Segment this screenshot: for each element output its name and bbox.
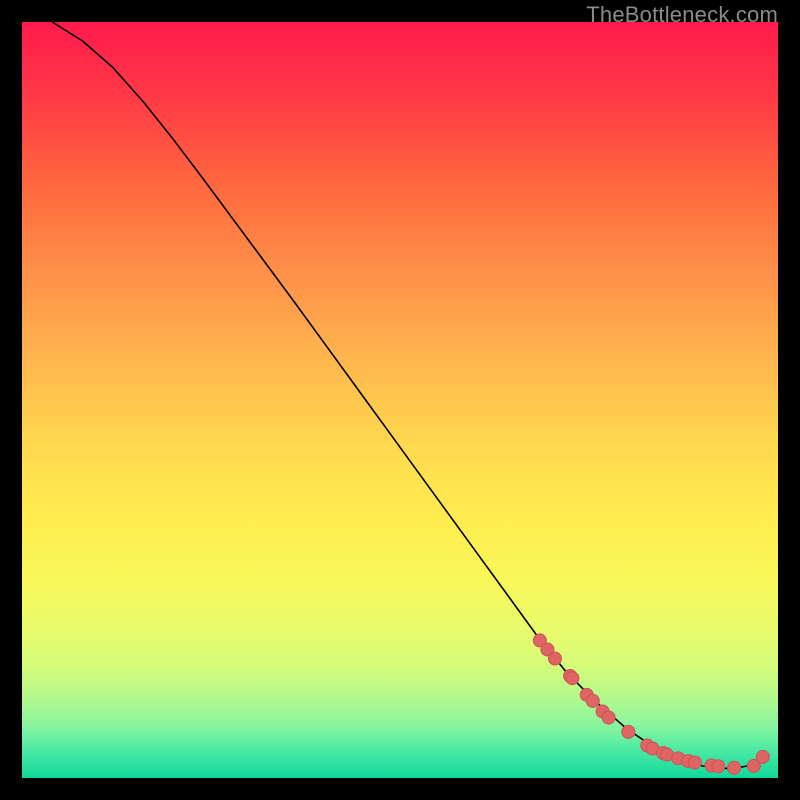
marker-dot bbox=[566, 672, 579, 685]
marker-dot bbox=[688, 756, 701, 769]
marker-dot bbox=[586, 694, 599, 707]
plot-area bbox=[22, 22, 778, 778]
chart-stage: TheBottleneck.com bbox=[0, 0, 800, 800]
marker-dot bbox=[728, 761, 741, 774]
chart-svg bbox=[22, 22, 778, 778]
marker-dot bbox=[712, 760, 725, 773]
curve-line bbox=[52, 22, 763, 769]
marker-dot bbox=[602, 711, 615, 724]
marker-dot bbox=[756, 750, 769, 763]
marker-dot bbox=[548, 652, 561, 665]
marker-dot bbox=[622, 725, 635, 738]
marker-group bbox=[533, 634, 769, 774]
